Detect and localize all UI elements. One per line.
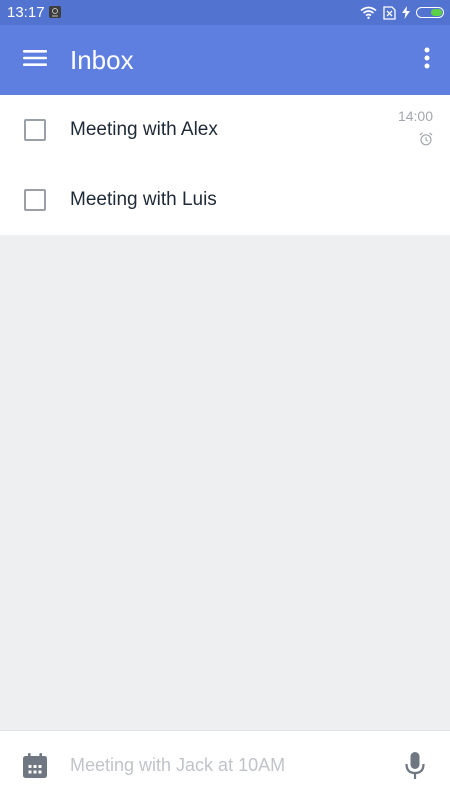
notification-icon [49, 6, 61, 18]
app-root: 13:17 Inbox Meeting with Alex 14:00 Meet… [0, 0, 450, 800]
battery-icon [416, 7, 444, 18]
page-title: Inbox [70, 45, 134, 75]
calendar-button[interactable] [22, 753, 48, 779]
task-title: Meeting with Luis [70, 189, 217, 210]
more-vert-icon [424, 47, 430, 74]
calendar-icon [22, 753, 48, 779]
microphone-icon [404, 751, 426, 781]
task-due-time: 14:00 [397, 108, 433, 124]
battery-level-fill [431, 9, 442, 16]
quick-add-bar [0, 730, 450, 800]
task-checkbox[interactable] [24, 189, 46, 211]
microphone-button[interactable] [404, 751, 426, 781]
no-sim-icon [383, 5, 396, 20]
hamburger-menu-icon [23, 49, 47, 72]
task-row[interactable]: Meeting with Alex 14:00 [0, 95, 450, 165]
task-list: Meeting with Alex 14:00 Meeting with Lui… [0, 95, 450, 235]
task-row[interactable]: Meeting with Luis [0, 165, 450, 235]
more-options-button[interactable] [414, 42, 440, 78]
task-title: Meeting with Alex [70, 119, 218, 140]
quick-add-input[interactable] [70, 749, 390, 781]
task-checkbox[interactable] [24, 119, 46, 141]
alarm-clock-icon [419, 132, 433, 146]
status-icons [360, 4, 444, 21]
status-bar: 13:17 [0, 0, 450, 25]
menu-button[interactable] [15, 42, 55, 78]
app-bar: Inbox [0, 25, 450, 95]
charging-icon [402, 6, 410, 19]
wifi-icon [360, 6, 377, 19]
status-time: 13:17 [7, 4, 45, 21]
